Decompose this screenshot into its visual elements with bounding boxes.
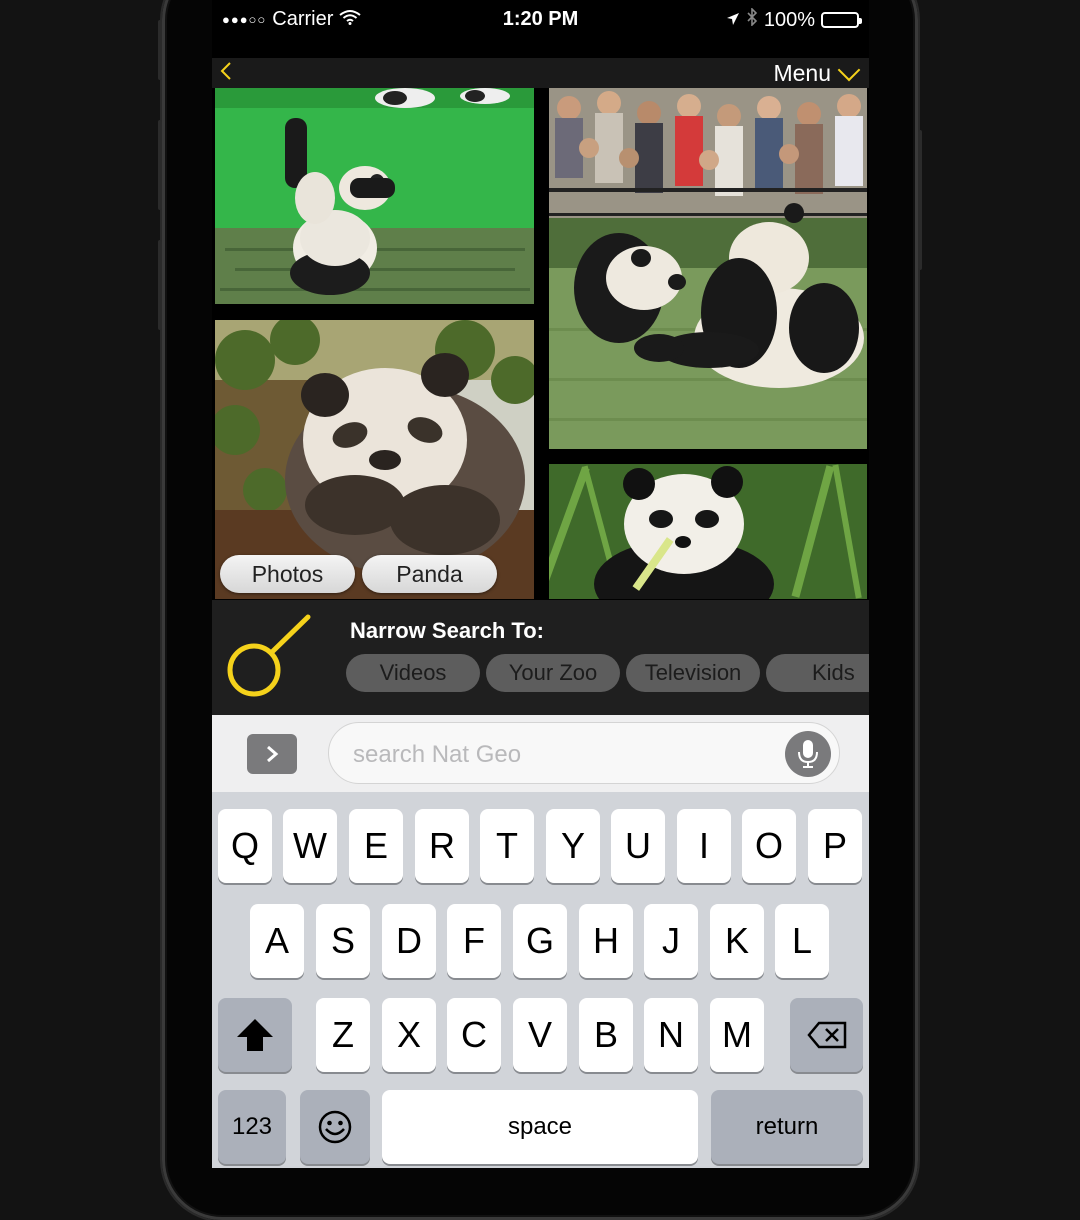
key-x[interactable]: X <box>382 998 436 1072</box>
key-y[interactable]: Y <box>546 809 600 883</box>
search-field <box>328 722 840 784</box>
key-o[interactable]: O <box>742 809 796 883</box>
key-w[interactable]: W <box>283 809 337 883</box>
chip-your-zoo[interactable]: Your Zoo <box>486 654 620 692</box>
narrow-search-title: Narrow Search To: <box>350 618 544 643</box>
key-h[interactable]: H <box>579 904 633 978</box>
phone-volume-down-button <box>158 240 162 330</box>
chip-videos[interactable]: Videos <box>346 654 480 692</box>
search-magnifier-icon <box>224 612 314 707</box>
back-button[interactable] <box>220 61 232 87</box>
key-r[interactable]: R <box>415 809 469 883</box>
shift-arrow-icon <box>237 1019 273 1051</box>
return-key[interactable]: return <box>711 1090 863 1164</box>
chevron-left-icon <box>220 62 231 80</box>
photo-panda-eating-bamboo[interactable] <box>549 464 867 599</box>
microphone-button[interactable] <box>785 731 831 777</box>
key-e[interactable]: E <box>349 809 403 883</box>
key-d[interactable]: D <box>382 904 436 978</box>
chip-kids[interactable]: Kids <box>766 654 869 692</box>
photo-panda-cub-green-table[interactable] <box>215 88 534 304</box>
emoji-key[interactable] <box>300 1090 370 1164</box>
chevron-right-icon <box>267 745 279 763</box>
key-i[interactable]: I <box>677 809 731 883</box>
key-v[interactable]: V <box>513 998 567 1072</box>
bluetooth-icon <box>746 7 758 32</box>
key-j[interactable]: J <box>644 904 698 978</box>
battery-percent: 100% <box>763 8 815 31</box>
location-arrow-icon <box>726 9 740 32</box>
microphone-icon <box>798 740 818 768</box>
tag-photos[interactable]: Photos <box>220 555 355 593</box>
key-z[interactable]: Z <box>316 998 370 1072</box>
key-l[interactable]: L <box>775 904 829 978</box>
key-f[interactable]: F <box>447 904 501 978</box>
phone-volume-up-button <box>158 120 162 210</box>
phone-side-button <box>158 20 162 80</box>
key-n[interactable]: N <box>644 998 698 1072</box>
key-t[interactable]: T <box>480 809 534 883</box>
key-b[interactable]: B <box>579 998 633 1072</box>
key-c[interactable]: C <box>447 998 501 1072</box>
key-p[interactable]: P <box>808 809 862 883</box>
key-a[interactable]: A <box>250 904 304 978</box>
key-g[interactable]: G <box>513 904 567 978</box>
key-s[interactable]: S <box>316 904 370 978</box>
photo-pandas-crowd[interactable] <box>549 88 867 449</box>
tag-panda[interactable]: Panda <box>362 555 497 593</box>
phone-power-button <box>918 130 922 270</box>
backspace-icon <box>806 1021 846 1049</box>
nav-bar: Menu <box>212 58 869 88</box>
key-q[interactable]: Q <box>218 809 272 883</box>
menu-button[interactable]: Menu <box>773 58 861 87</box>
numbers-key[interactable]: 123 <box>218 1090 286 1164</box>
search-input[interactable] <box>351 737 775 773</box>
key-u[interactable]: U <box>611 809 665 883</box>
phone-screen: ●●●○○ Carrier 1:20 PM 100% Menu Photos P… <box>212 0 869 1168</box>
emoji-smiley-icon <box>318 1110 352 1144</box>
menu-label: Menu <box>773 60 831 86</box>
delete-key[interactable] <box>790 998 863 1072</box>
key-k[interactable]: K <box>710 904 764 978</box>
battery-icon <box>821 12 862 28</box>
chevron-down-icon <box>837 58 861 81</box>
chip-television[interactable]: Television <box>626 654 760 692</box>
go-button[interactable] <box>247 734 297 774</box>
narrow-search-panel: Narrow Search To: Videos Your Zoo Televi… <box>212 600 869 715</box>
keyboard: Q W E R T Y U I O P A S D F G H J K L Z … <box>212 792 869 1168</box>
status-bar: ●●●○○ Carrier 1:20 PM 100% <box>212 0 869 40</box>
space-key[interactable]: space <box>382 1090 698 1164</box>
shift-key[interactable] <box>218 998 292 1072</box>
key-m[interactable]: M <box>710 998 764 1072</box>
search-bar <box>212 715 869 792</box>
